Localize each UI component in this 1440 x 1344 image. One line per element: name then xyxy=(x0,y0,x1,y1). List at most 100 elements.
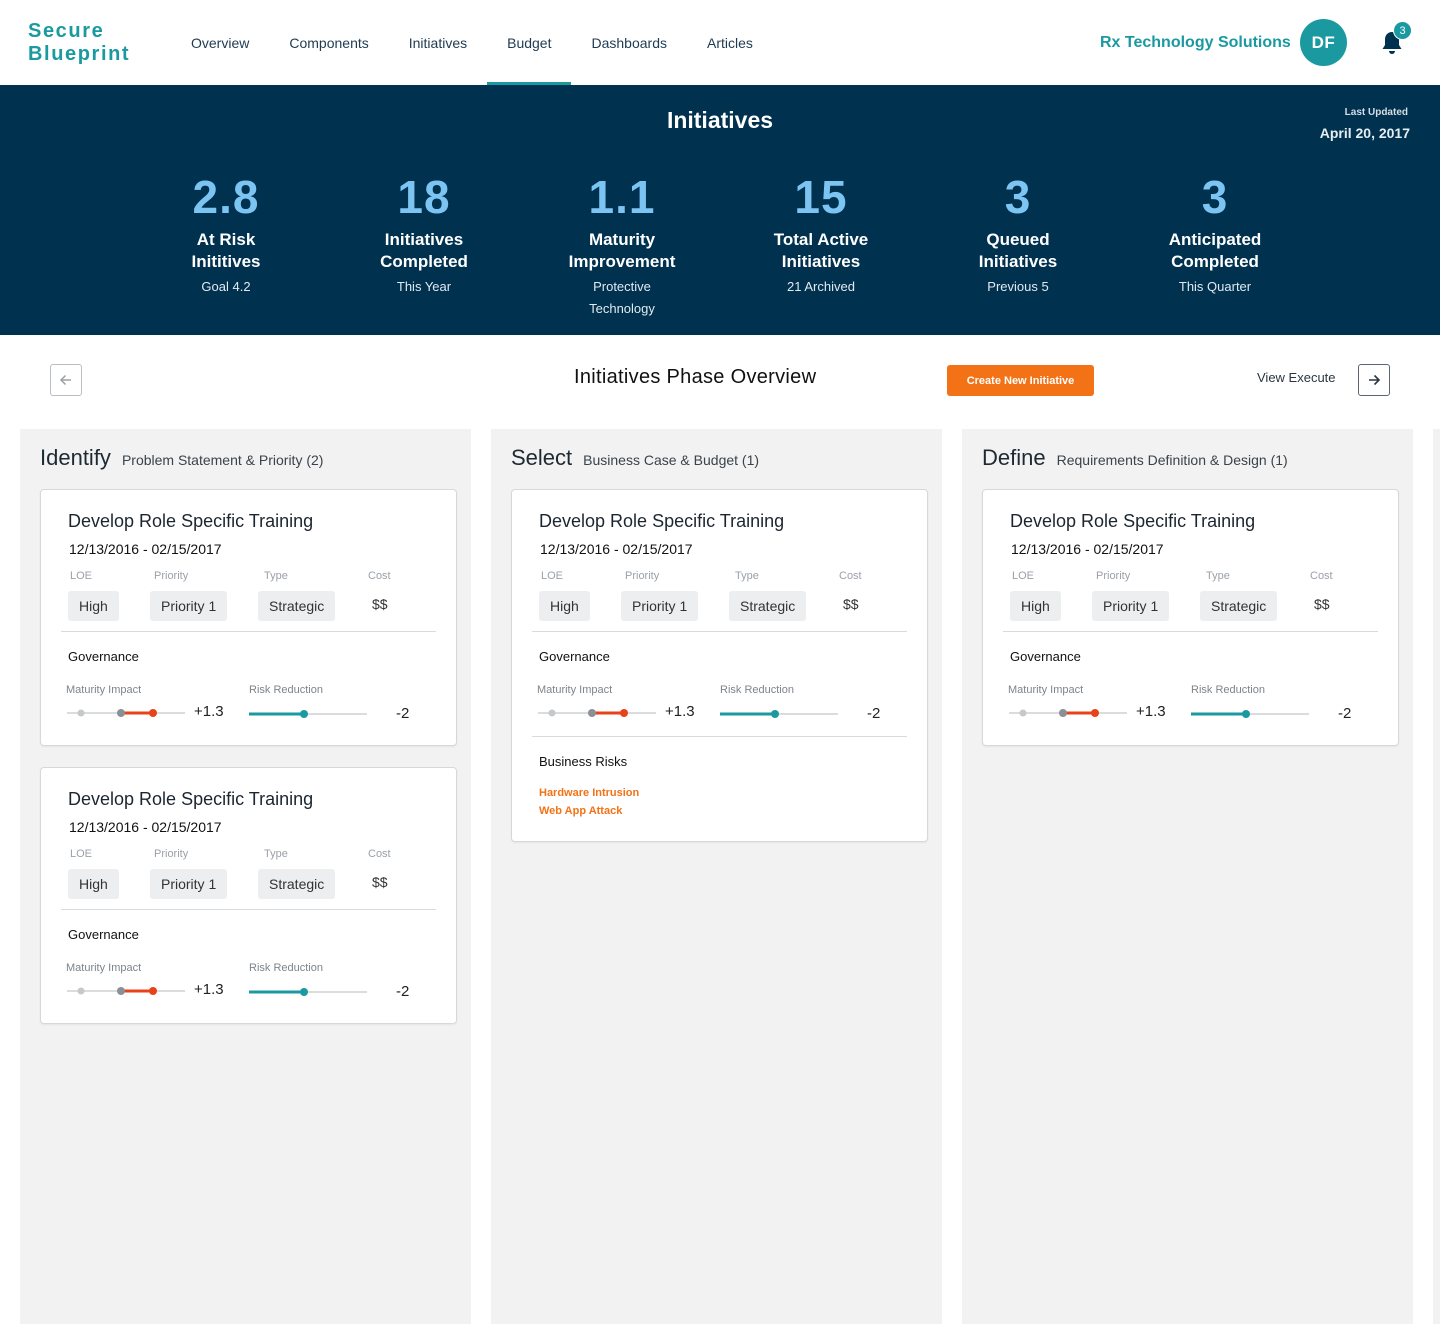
cost-label: Cost xyxy=(368,848,391,860)
card-title[interactable]: Develop Role Specific Training xyxy=(68,511,313,532)
maturity-impact-label: Maturity Impact xyxy=(1008,684,1084,696)
column-description: Business Case & Budget (1) xyxy=(583,452,760,468)
column-name: Select xyxy=(511,445,573,470)
card-dates: 12/13/2016 - 02/15/2017 xyxy=(540,541,693,557)
risk-reduction-slider[interactable] xyxy=(247,708,369,720)
card-divider xyxy=(532,631,907,632)
nav-initiatives[interactable]: Initiatives xyxy=(389,0,487,85)
user-avatar[interactable]: DF xyxy=(1300,19,1347,66)
priority-chip: Priority 1 xyxy=(150,869,228,899)
company-name[interactable]: Rx Technology Solutions xyxy=(1100,34,1291,52)
card-divider xyxy=(61,909,436,910)
arrow-left-icon xyxy=(59,374,71,386)
stat-sub: 21 Archived xyxy=(787,279,855,294)
priority-chip: Priority 1 xyxy=(621,591,699,621)
stat-value: 3 xyxy=(1004,171,1032,223)
nav-dashboards[interactable]: Dashboards xyxy=(571,0,687,85)
risk-reduction-label: Risk Reduction xyxy=(249,962,323,974)
initiative-card[interactable]: Develop Role Specific Training 12/13/201… xyxy=(982,489,1399,746)
maturity-impact-slider[interactable] xyxy=(65,984,187,998)
stat-at-risk: 2.8 At Risk Inititives Goal 4.2 xyxy=(126,171,326,298)
stat-sub: Previous 5 xyxy=(987,279,1049,294)
create-new-initiative-button[interactable]: Create New Initiative xyxy=(947,365,1094,396)
cost-label: Cost xyxy=(839,570,862,582)
column-header: Define Requirements Definition & Design … xyxy=(982,445,1288,471)
maturity-impact-label: Maturity Impact xyxy=(537,684,613,696)
loe-chip: High xyxy=(1010,591,1061,621)
loe-label: LOE xyxy=(541,570,564,582)
stat-value: 3 xyxy=(1201,171,1229,223)
cost-value: $$ xyxy=(843,596,859,612)
maturity-impact-slider[interactable] xyxy=(1007,706,1129,720)
main-nav: Overview Components Initiatives Budget D… xyxy=(171,0,773,85)
risk-reduction-label: Risk Reduction xyxy=(720,684,794,696)
view-execute-link[interactable]: View Execute xyxy=(1257,370,1336,385)
risk-reduction-label: Risk Reduction xyxy=(249,684,323,696)
priority-chip: Priority 1 xyxy=(150,591,228,621)
column-name: Define xyxy=(982,445,1046,470)
stat-label: Queued Initiatives xyxy=(978,230,1058,271)
priority-label: Priority xyxy=(154,570,189,582)
previous-phase-button[interactable] xyxy=(50,364,82,396)
column-header: Select Business Case & Budget (1) xyxy=(511,445,759,471)
card-title[interactable]: Develop Role Specific Training xyxy=(68,789,313,810)
cost-value: $$ xyxy=(372,874,388,890)
loe-label: LOE xyxy=(70,570,93,582)
cost-value: $$ xyxy=(372,596,388,612)
maturity-impact-label: Maturity Impact xyxy=(66,684,142,696)
nav-articles[interactable]: Articles xyxy=(687,0,773,85)
cost-label: Cost xyxy=(368,570,391,582)
risk-reduction-value: -2 xyxy=(396,983,410,1000)
hero-title: Initiatives xyxy=(666,107,774,133)
risk-reduction-value: -2 xyxy=(867,705,881,722)
card-dates: 12/13/2016 - 02/15/2017 xyxy=(69,541,222,557)
priority-chip: Priority 1 xyxy=(1092,591,1170,621)
maturity-impact-slider[interactable] xyxy=(536,706,658,720)
initiative-card[interactable]: Develop Role Specific Training 12/13/201… xyxy=(40,489,457,746)
phase-overview-title: Initiatives Phase Overview xyxy=(574,366,817,388)
card-title[interactable]: Develop Role Specific Training xyxy=(539,511,784,532)
stat-active: 15 Total Active Initiatives 21 Archived xyxy=(721,171,921,298)
stat-label: At Risk Inititives xyxy=(191,230,261,271)
risk-reduction-slider[interactable] xyxy=(718,708,840,720)
last-updated-date: April 20, 2017 xyxy=(1319,125,1410,141)
initiatives-summary-banner: Initiatives Last Updated April 20, 2017 … xyxy=(0,85,1440,335)
initiative-card[interactable]: Develop Role Specific Training 12/13/201… xyxy=(511,489,928,842)
column-description: Requirements Definition & Design (1) xyxy=(1056,452,1288,468)
stat-value: 1.1 xyxy=(588,171,656,223)
governance-title: Governance xyxy=(539,649,610,664)
card-divider xyxy=(61,631,436,632)
next-phase-button[interactable] xyxy=(1358,364,1390,396)
maturity-impact-slider[interactable] xyxy=(65,706,187,720)
arrow-right-icon xyxy=(1369,374,1381,386)
stat-sub: This Year xyxy=(396,279,452,294)
phase-column-define: Define Requirements Definition & Design … xyxy=(962,429,1413,1324)
app-logo[interactable]: Secure Blueprint xyxy=(28,20,130,66)
initiative-card[interactable]: Develop Role Specific Training 12/13/201… xyxy=(40,767,457,1024)
business-risk-link[interactable]: Hardware Intrusion xyxy=(539,787,639,799)
card-dates: 12/13/2016 - 02/15/2017 xyxy=(69,819,222,835)
risk-reduction-slider[interactable] xyxy=(1189,708,1311,720)
maturity-impact-value: +1.3 xyxy=(194,981,224,998)
column-name: Identify xyxy=(40,445,111,470)
risk-reduction-slider[interactable] xyxy=(247,986,369,998)
card-divider xyxy=(1003,631,1378,632)
type-chip: Strategic xyxy=(1200,591,1278,621)
card-divider xyxy=(532,736,907,737)
nav-overview[interactable]: Overview xyxy=(171,0,269,85)
type-label: Type xyxy=(264,848,288,860)
maturity-impact-value: +1.3 xyxy=(1136,703,1166,720)
column-header: Identify Problem Statement & Priority (2… xyxy=(40,445,323,471)
nav-components[interactable]: Components xyxy=(269,0,388,85)
last-updated-label: Last Updated xyxy=(1344,107,1408,118)
risk-reduction-value: -2 xyxy=(396,705,410,722)
maturity-impact-label: Maturity Impact xyxy=(66,962,142,974)
stat-value: 15 xyxy=(794,171,848,223)
nav-budget[interactable]: Budget xyxy=(487,0,572,85)
card-title[interactable]: Develop Role Specific Training xyxy=(1010,511,1255,532)
cost-label: Cost xyxy=(1310,570,1333,582)
business-risk-link[interactable]: Web App Attack xyxy=(539,805,622,817)
phase-column-identify: Identify Problem Statement & Priority (2… xyxy=(20,429,471,1324)
stat-value: 18 xyxy=(397,171,451,223)
stat-completed: 18 Initiatives Completed This Year xyxy=(324,171,524,298)
